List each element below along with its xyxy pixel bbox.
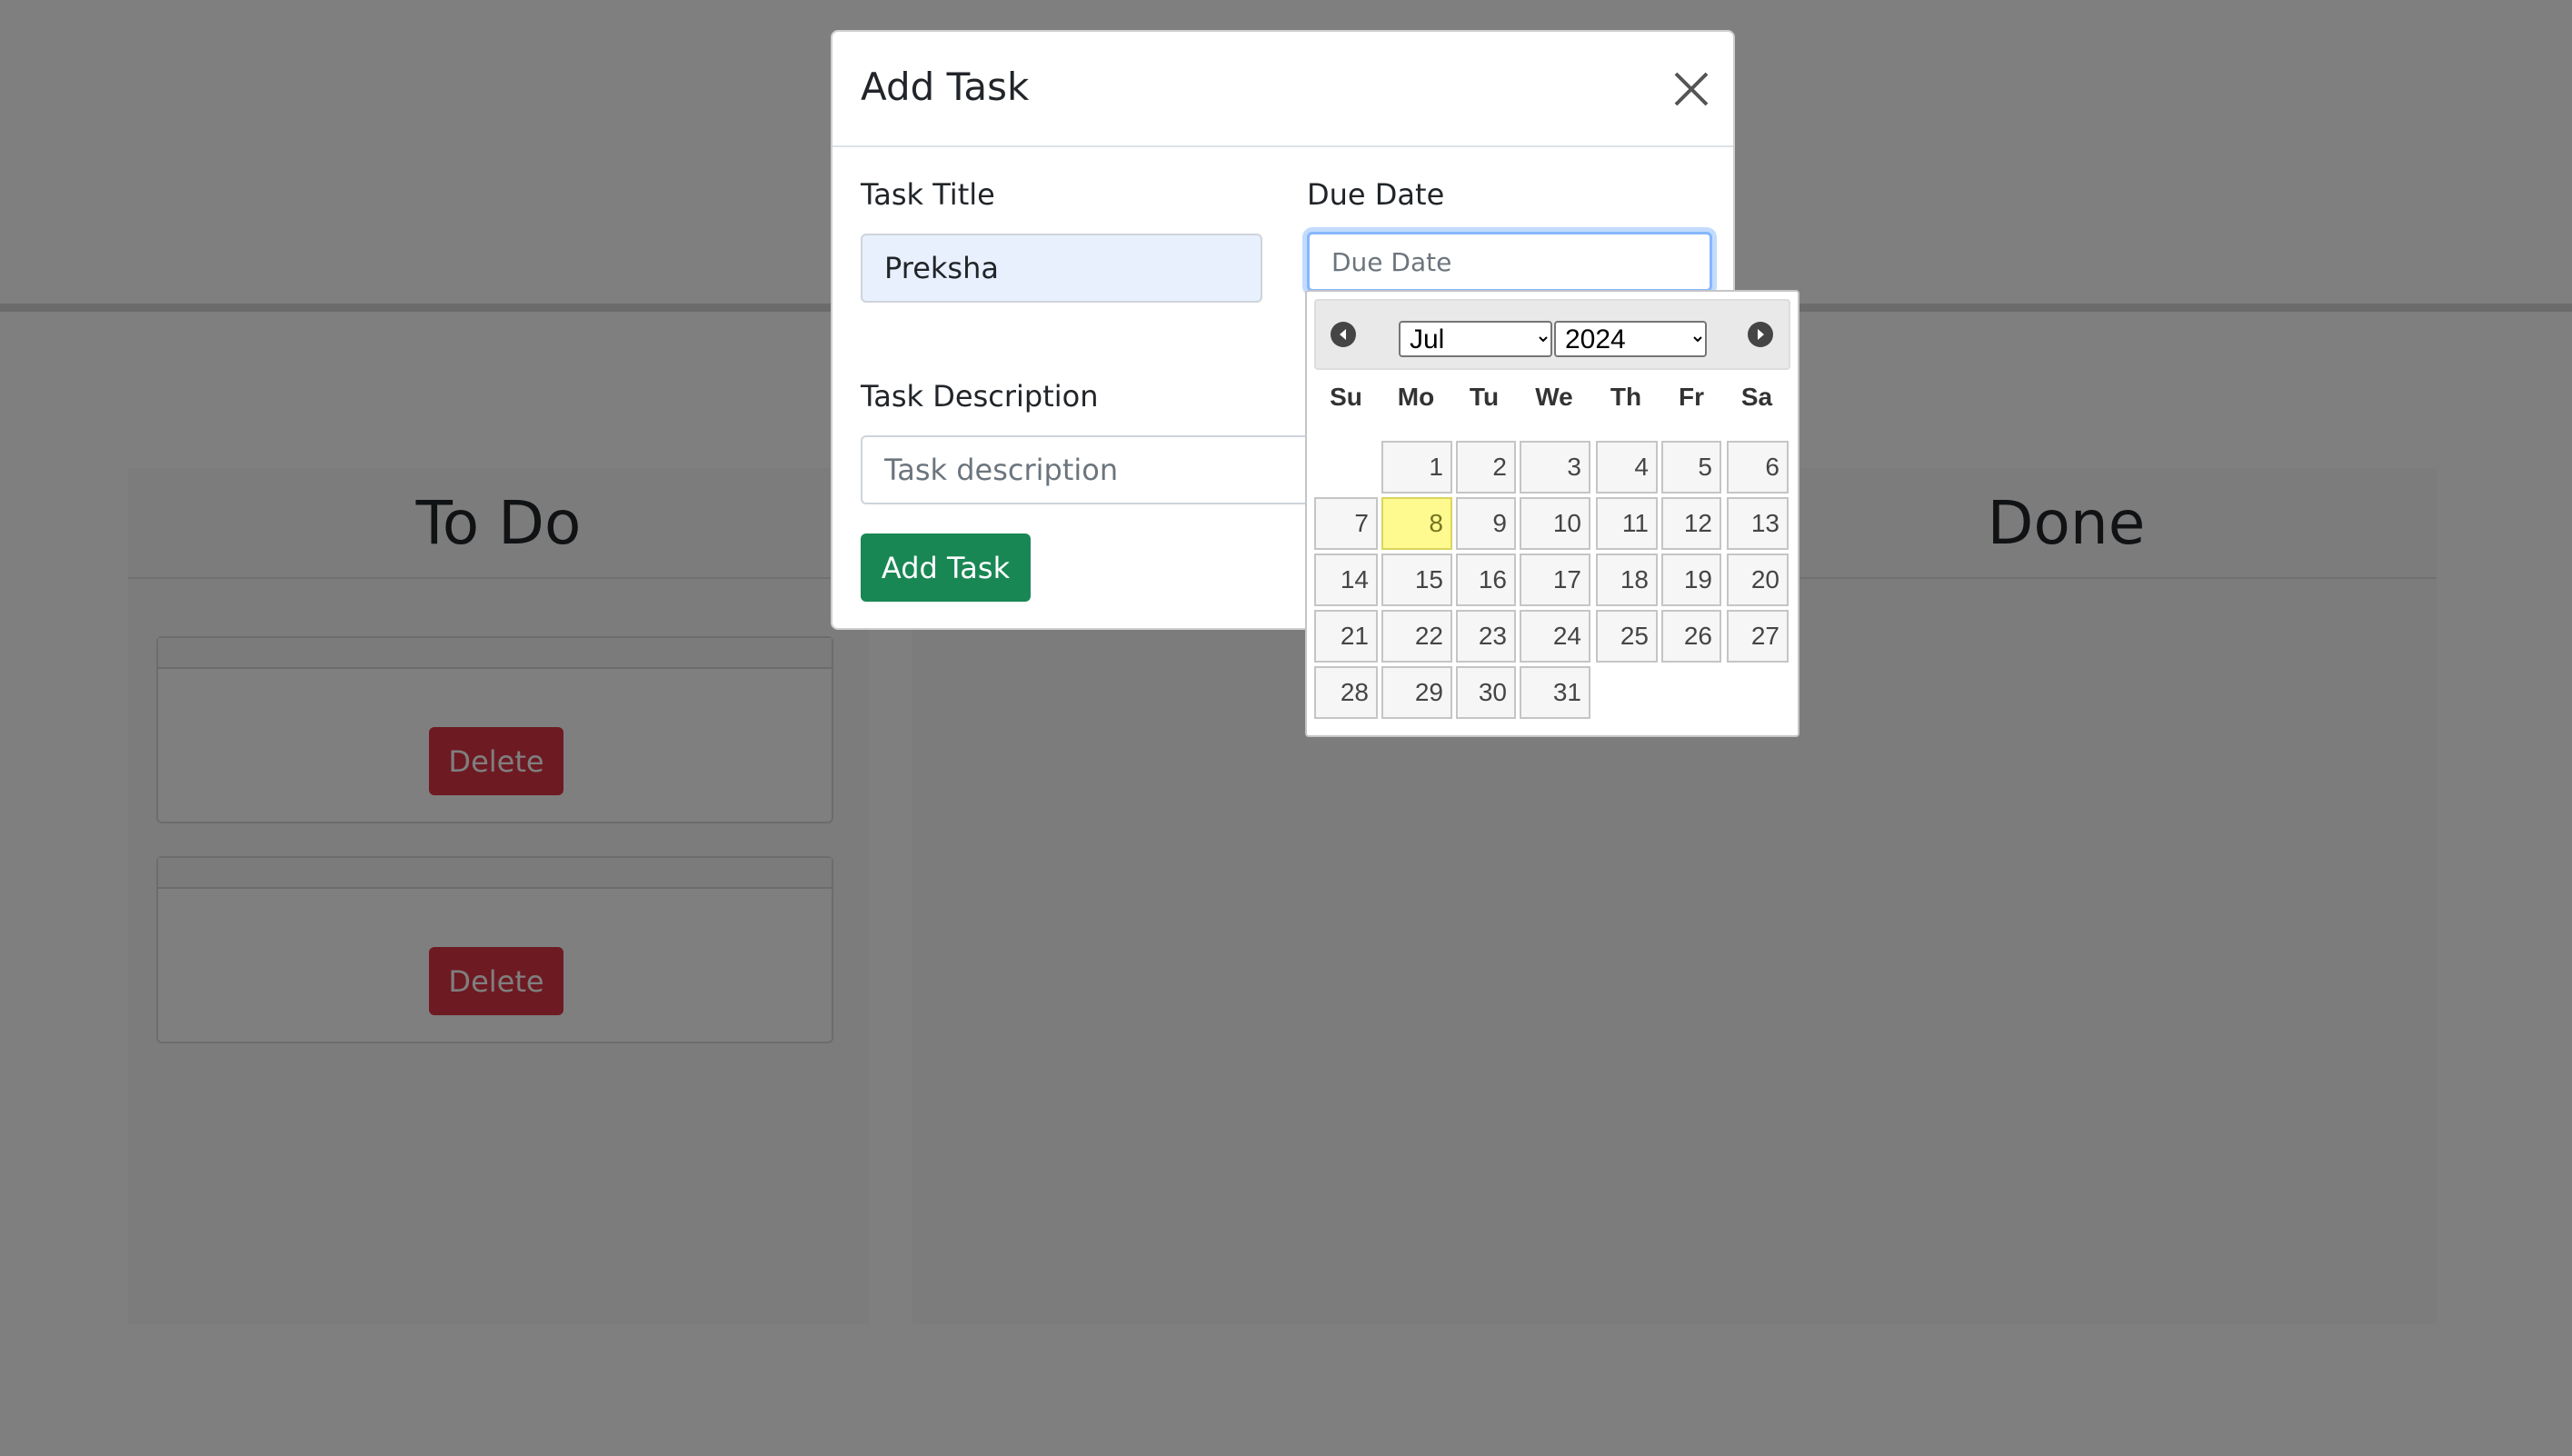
calendar-day[interactable]: 25: [1596, 610, 1658, 663]
calendar-day[interactable]: 15: [1381, 553, 1452, 606]
weekday-label: Sa: [1740, 383, 1773, 411]
datepicker: Jul 2024 Su Mo Tu We Th Fr Sa 1234567891…: [1305, 290, 1799, 737]
close-icon[interactable]: [1670, 68, 1712, 110]
calendar-day[interactable]: 27: [1727, 610, 1789, 663]
calendar-day[interactable]: 20: [1727, 553, 1789, 606]
calendar-day[interactable]: 19: [1661, 553, 1721, 606]
calendar-day[interactable]: 2: [1456, 441, 1516, 494]
modal-title: Add Task: [861, 65, 1030, 109]
weekday-label: Fr: [1679, 383, 1704, 411]
weekday-label: We: [1535, 383, 1573, 411]
chevron-left-icon[interactable]: [1331, 322, 1356, 347]
calendar-day[interactable]: 10: [1520, 497, 1590, 550]
calendar-day[interactable]: 17: [1520, 553, 1590, 606]
calendar-day[interactable]: 1: [1381, 441, 1452, 494]
calendar-day[interactable]: 16: [1456, 553, 1516, 606]
calendar-day[interactable]: 11: [1596, 497, 1658, 550]
weekday-label: Th: [1610, 383, 1642, 411]
calendar-day[interactable]: 28: [1314, 666, 1378, 719]
chevron-right-icon[interactable]: [1748, 322, 1773, 347]
calendar-day[interactable]: 23: [1456, 610, 1516, 663]
task-title-input[interactable]: [861, 234, 1262, 303]
calendar-day[interactable]: 14: [1314, 553, 1378, 606]
modal-header: Add Task: [832, 32, 1733, 147]
calendar-day[interactable]: 3: [1520, 441, 1590, 494]
calendar-day[interactable]: 30: [1456, 666, 1516, 719]
datepicker-header: Jul 2024: [1314, 299, 1790, 370]
calendar-day[interactable]: 26: [1661, 610, 1721, 663]
calendar-day[interactable]: 21: [1314, 610, 1378, 663]
task-title-label: Task Title: [861, 177, 995, 212]
calendar-day[interactable]: 22: [1381, 610, 1452, 663]
weekday-label: Tu: [1469, 383, 1500, 411]
calendar-day[interactable]: 5: [1661, 441, 1721, 494]
calendar-day[interactable]: 24: [1520, 610, 1590, 663]
calendar-day[interactable]: 12: [1661, 497, 1721, 550]
calendar-day[interactable]: 29: [1381, 666, 1452, 719]
task-description-label: Task Description: [861, 379, 1099, 414]
calendar-day[interactable]: 7: [1314, 497, 1378, 550]
calendar-day[interactable]: 4: [1596, 441, 1658, 494]
calendar-day[interactable]: 9: [1456, 497, 1516, 550]
year-select[interactable]: 2024: [1554, 321, 1707, 357]
calendar-day[interactable]: 31: [1520, 666, 1590, 719]
calendar-day[interactable]: 8: [1381, 497, 1452, 550]
due-date-input[interactable]: [1307, 232, 1712, 292]
calendar-day[interactable]: 18: [1596, 553, 1658, 606]
add-task-button[interactable]: Add Task: [861, 534, 1031, 602]
calendar-day[interactable]: 6: [1727, 441, 1789, 494]
month-select[interactable]: Jul: [1399, 321, 1552, 357]
weekday-label: Su: [1330, 383, 1362, 411]
calendar-day[interactable]: 13: [1727, 497, 1789, 550]
due-date-label: Due Date: [1307, 177, 1445, 212]
weekday-label: Mo: [1397, 383, 1435, 411]
